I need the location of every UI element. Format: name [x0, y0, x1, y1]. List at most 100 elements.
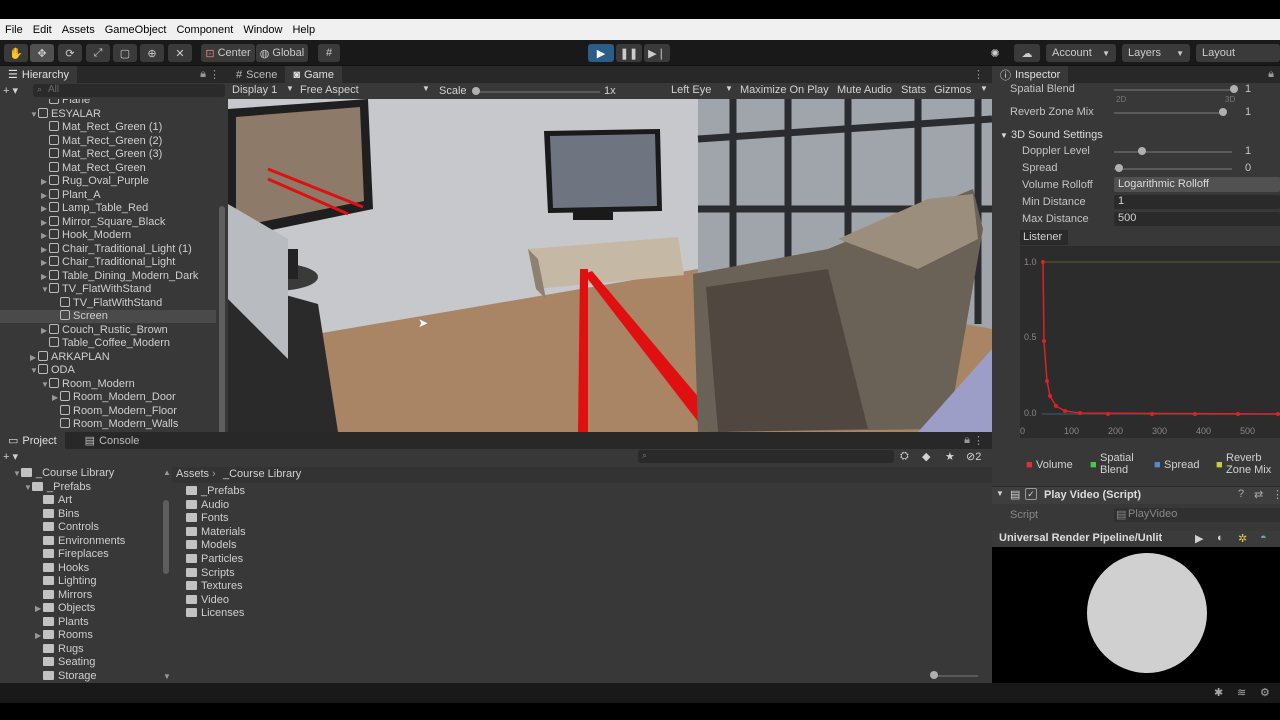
kebab-menu-icon[interactable]: ⋮	[1272, 488, 1280, 501]
preview-mesh-icon[interactable]: ◓	[1260, 532, 1267, 544]
folder-tree-item[interactable]: Mirrors	[35, 589, 92, 602]
transform-tool-icon[interactable]: ⊕	[140, 44, 164, 62]
menu-file[interactable]: File	[0, 24, 28, 36]
folder-tree-item[interactable]: Environments	[35, 535, 125, 548]
settings-icon[interactable]: ⚙	[1260, 686, 1270, 699]
hierarchy-item[interactable]: ▼ TV_FlatWithStand	[41, 283, 151, 296]
folder-tree-item[interactable]: Bins	[35, 508, 79, 521]
enabled-checkbox[interactable]: ✓	[1025, 488, 1037, 500]
breadcrumb-course-library[interactable]: _Course Library	[223, 468, 301, 480]
folder-tree-item[interactable]: Fireplaces	[35, 548, 109, 561]
chevron-down-icon[interactable]: ▼	[30, 364, 38, 377]
chevron-down-icon[interactable]: ▼	[41, 283, 49, 296]
hierarchy-item[interactable]: ▶ Chair_Traditional_Light	[41, 256, 175, 269]
chevron-right-icon[interactable]: ▶	[30, 351, 38, 364]
game-viewport[interactable]	[228, 99, 992, 432]
menu-assets[interactable]: Assets	[57, 24, 100, 36]
favorite-star-icon[interactable]: ★	[945, 450, 955, 463]
folder-tree-item[interactable]: Hooks	[35, 562, 89, 575]
hierarchy-item[interactable]: TV_FlatWithStand	[52, 296, 162, 310]
folder-tree-item[interactable]: Art	[35, 494, 72, 507]
hierarchy-item[interactable]: ▶ Chair_Traditional_Light (1)	[41, 242, 192, 256]
chevron-down-icon[interactable]: ▼	[30, 108, 38, 121]
legend-spatial-blend[interactable]: Spatial Blend	[1100, 452, 1144, 476]
icon-size-slider[interactable]	[932, 675, 978, 677]
asset-list-item[interactable]: Video	[186, 594, 229, 607]
menu-window[interactable]: Window	[238, 24, 287, 36]
chevron-right-icon[interactable]: ▶	[41, 256, 49, 269]
scroll-up-icon[interactable]: ▲	[163, 468, 171, 477]
debug-icon[interactable]: ✱	[1214, 686, 1223, 699]
services-icon[interactable]: ✺	[984, 44, 1006, 62]
tab-project[interactable]: ▭ Project	[0, 432, 65, 449]
lock-icon[interactable]: 🔒︎	[200, 68, 206, 81]
add-icon[interactable]: + ▾	[3, 84, 18, 97]
pause-button[interactable]: ❚❚	[616, 44, 642, 62]
light-icon[interactable]: ✲	[1238, 532, 1247, 545]
add-icon[interactable]: + ▾	[3, 450, 18, 463]
min-distance-field[interactable]: 1	[1114, 195, 1280, 209]
hierarchy-item[interactable]: Room_Modern_Walls	[52, 418, 178, 431]
hierarchy-item[interactable]: Room_Modern_Floor	[52, 404, 177, 418]
rotate-tool-icon[interactable]: ⟳	[58, 44, 82, 62]
maximize-on-play-toggle[interactable]: Maximize On Play	[740, 84, 829, 96]
spatial-blend-knob[interactable]	[1230, 85, 1238, 93]
account-dropdown[interactable]: Account ▼	[1046, 44, 1116, 62]
grid-snap-icon[interactable]: #	[318, 44, 340, 62]
asset-list-item[interactable]: Audio	[186, 499, 229, 512]
hierarchy-item[interactable]: Mat_Rect_Green (1)	[41, 121, 162, 134]
rolloff-dropdown[interactable]: Logarithmic Rolloff	[1114, 177, 1280, 192]
tab-hierarchy[interactable]: ☰ Hierarchy	[0, 66, 77, 83]
asset-list-item[interactable]: Particles	[186, 553, 243, 566]
chevron-right-icon[interactable]: ▶	[35, 629, 43, 642]
display-dropdown[interactable]: Display 1	[232, 84, 277, 96]
folder-tree-item[interactable]: Plants	[35, 616, 89, 629]
folder-tree-item[interactable]: Lighting	[35, 575, 97, 588]
menu-edit[interactable]: Edit	[28, 24, 57, 36]
chevron-right-icon[interactable]: ▶	[41, 202, 49, 215]
layers-stack-icon[interactable]: ≋	[1237, 686, 1246, 699]
reverb-value[interactable]: 1	[1245, 105, 1251, 119]
pivot-global-button[interactable]: ◍ Global	[256, 44, 308, 62]
play-button[interactable]: ▶	[588, 44, 614, 62]
rect-tool-icon[interactable]: ▢	[113, 44, 137, 62]
chevron-down-icon[interactable]: ▼	[24, 481, 32, 494]
asset-list-item[interactable]: Fonts	[186, 512, 229, 525]
folder-tree-item[interactable]: ▼ _Course Library	[13, 467, 114, 480]
play-video-component-header[interactable]: ▼ ▤ ✓ Play Video (Script) ? ⇄ ⋮	[992, 486, 1280, 504]
project-tree-scrollbar[interactable]	[163, 500, 169, 574]
spatial-blend-slider[interactable]	[1114, 89, 1232, 91]
aspect-dropdown[interactable]: Free Aspect	[300, 84, 359, 96]
legend-volume[interactable]: Volume	[1036, 459, 1073, 471]
spread-slider[interactable]	[1114, 168, 1232, 170]
move-tool-icon[interactable]: ✥	[30, 44, 54, 62]
kebab-menu-icon[interactable]: ⋮	[209, 68, 220, 81]
chevron-right-icon[interactable]: ▶	[41, 189, 49, 202]
legend-reverb-zone-mix[interactable]: Reverb Zone Mix	[1226, 452, 1280, 476]
icon-size-knob[interactable]	[930, 671, 938, 679]
hierarchy-scrollbar[interactable]	[219, 206, 225, 436]
layout-dropdown[interactable]: Layout	[1196, 44, 1280, 62]
chevron-right-icon[interactable]: ▶	[41, 324, 49, 337]
scale-slider-knob[interactable]	[472, 87, 480, 95]
sound-settings-foldout[interactable]: ▼ 3D Sound Settings	[1000, 128, 1103, 142]
scale-slider[interactable]	[474, 91, 600, 93]
layers-dropdown[interactable]: Layers ▼	[1122, 44, 1190, 62]
mute-audio-toggle[interactable]: Mute Audio	[837, 84, 892, 96]
hierarchy-item[interactable]: ▶ Room_Modern_Door	[52, 391, 176, 404]
folder-tree-item[interactable]: ▶ Objects	[35, 602, 95, 615]
folder-tree-item[interactable]: Controls	[35, 521, 99, 534]
doppler-knob[interactable]	[1138, 147, 1146, 155]
chevron-right-icon[interactable]: ▶	[41, 270, 49, 283]
doppler-value[interactable]: 1	[1245, 144, 1251, 158]
reverb-knob[interactable]	[1219, 108, 1227, 116]
hierarchy-item[interactable]: ▶ Hook_Modern	[41, 229, 131, 242]
pivot-center-button[interactable]: ⊡ Center	[201, 44, 255, 62]
folder-tree-item[interactable]: ▶ Rooms	[35, 629, 93, 642]
kebab-menu-icon[interactable]: ⋮	[973, 434, 984, 447]
lock-icon[interactable]: 🔒︎	[964, 434, 970, 447]
hierarchy-item[interactable]: Mat_Rect_Green	[41, 161, 146, 175]
menu-component[interactable]: Component	[171, 24, 238, 36]
chevron-right-icon[interactable]: ▶	[41, 243, 49, 256]
tab-console[interactable]: ▤ Console	[77, 432, 148, 449]
